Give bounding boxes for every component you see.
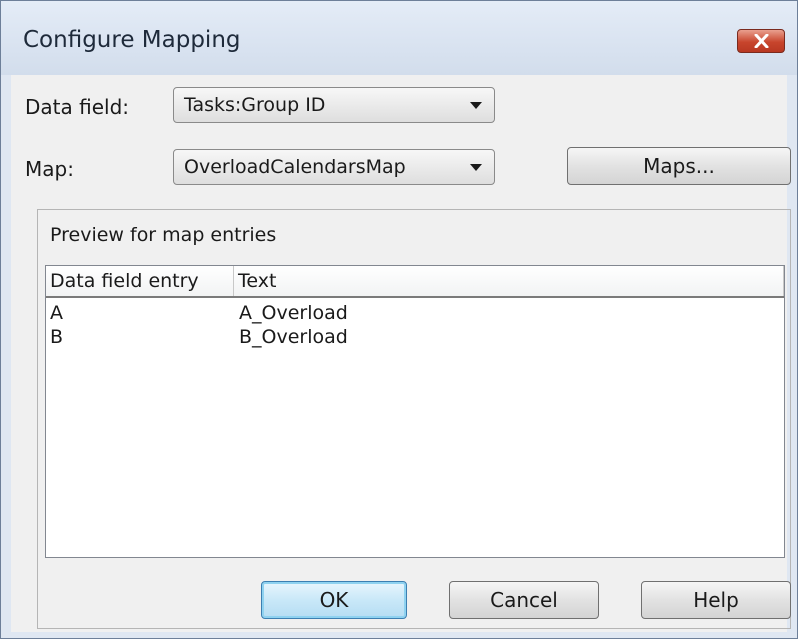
maps-button[interactable]: Maps... bbox=[567, 147, 791, 185]
list-header: Data field entry Text bbox=[46, 266, 784, 298]
dialog-title: Configure Mapping bbox=[23, 27, 241, 53]
chevron-down-icon bbox=[470, 164, 482, 171]
data-field-dropdown[interactable]: Tasks:Group ID bbox=[173, 87, 495, 123]
text-cell: A_Overload bbox=[239, 302, 348, 324]
map-value: OverloadCalendarsMap bbox=[184, 156, 406, 178]
preview-group: Preview for map entries Data field entry… bbox=[37, 209, 791, 629]
close-button[interactable] bbox=[737, 29, 785, 53]
entry-cell: B bbox=[50, 326, 64, 348]
map-entries-list[interactable]: Data field entry Text A A_Overload B B_O… bbox=[45, 265, 785, 558]
text-cell: B_Overload bbox=[239, 326, 348, 348]
help-button[interactable]: Help bbox=[641, 581, 791, 619]
dialog-body: Data field: Tasks:Group ID Map: Overload… bbox=[11, 75, 791, 632]
list-item[interactable]: B B_Overload bbox=[46, 326, 784, 351]
configure-mapping-dialog: Configure Mapping Data field: Tasks:Grou… bbox=[0, 0, 798, 639]
list-item[interactable]: A A_Overload bbox=[46, 302, 784, 327]
title-bar[interactable]: Configure Mapping bbox=[1, 1, 797, 75]
close-icon bbox=[754, 34, 769, 48]
data-field-label: Data field: bbox=[25, 95, 130, 119]
data-field-value: Tasks:Group ID bbox=[184, 94, 326, 116]
ok-button[interactable]: OK bbox=[261, 581, 407, 619]
column-header-data-field-entry[interactable]: Data field entry bbox=[46, 266, 234, 296]
map-dropdown[interactable]: OverloadCalendarsMap bbox=[173, 149, 495, 185]
cancel-button[interactable]: Cancel bbox=[449, 581, 599, 619]
chevron-down-icon bbox=[470, 102, 482, 109]
entry-cell: A bbox=[50, 302, 63, 324]
map-label: Map: bbox=[25, 157, 74, 181]
column-header-text[interactable]: Text bbox=[234, 266, 784, 296]
preview-caption: Preview for map entries bbox=[50, 224, 277, 246]
